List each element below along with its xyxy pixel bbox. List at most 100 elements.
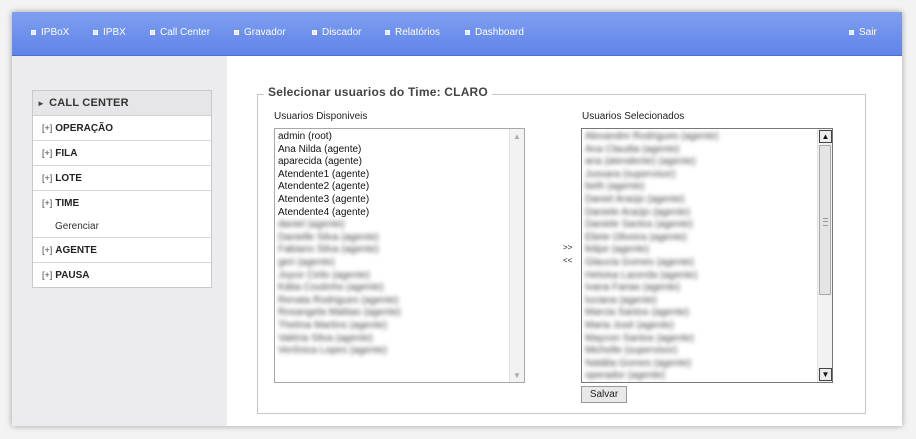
- list-option[interactable]: Michelle (supervisor): [585, 345, 718, 358]
- remove-selected-button[interactable]: <<: [563, 256, 572, 265]
- list-option[interactable]: Valéria Silva (agente): [278, 333, 401, 346]
- list-option[interactable]: Thelma Martins (agente): [278, 320, 401, 333]
- selected-options: Alexandre Rodrigues (agente) Ana Claudia …: [585, 131, 718, 382]
- save-button[interactable]: Salvar: [581, 386, 627, 403]
- list-option[interactable]: Renata Rodrigues (agente): [278, 295, 401, 308]
- list-option[interactable]: ana (atendente) (agente): [585, 156, 718, 169]
- list-option[interactable]: operador (agente): [585, 370, 718, 382]
- bullet-icon: [312, 30, 317, 35]
- list-option[interactable]: Alexandre Rodrigues (agente): [585, 131, 718, 144]
- expand-icon: [+]: [42, 173, 53, 183]
- triangle-right-icon: ►: [37, 98, 46, 108]
- scroll-thumb[interactable]: [819, 145, 831, 295]
- list-option[interactable]: Fabiano Silva (agente): [278, 244, 401, 257]
- scroll-down-icon[interactable]: ▼: [819, 368, 832, 381]
- bullet-icon: [31, 30, 36, 35]
- list-option[interactable]: geri (agente): [278, 257, 401, 270]
- sidebar-item-fila[interactable]: [+] FILA: [33, 141, 211, 166]
- scroll-down-icon[interactable]: ▼: [510, 368, 524, 382]
- nav-label: Dashboard: [475, 27, 524, 38]
- list-option[interactable]: Natália Gomes (agente): [585, 358, 718, 371]
- bullet-icon: [849, 30, 854, 35]
- list-option[interactable]: admin (root): [278, 131, 401, 144]
- bullet-icon: [93, 30, 98, 35]
- list-option[interactable]: Daniele Araújo (agente): [585, 207, 718, 220]
- list-option[interactable]: Ana Claudia (agente): [585, 144, 718, 157]
- nav-label: Relatórios: [395, 27, 441, 38]
- sidebar-item-lote[interactable]: [+] LOTE: [33, 166, 211, 191]
- sidebar-item-time[interactable]: [+] TIME: [33, 191, 211, 215]
- list-option[interactable]: Daniele Santos (agente): [585, 219, 718, 232]
- nav-label: IPBX: [103, 27, 126, 38]
- app-window: IPBoX IPBX Call Center Gravador Discador…: [12, 12, 902, 426]
- nav-label: IPBoX: [41, 27, 70, 38]
- nav-item-gravador[interactable]: Gravador: [234, 27, 286, 38]
- logout-link[interactable]: Sair: [849, 27, 877, 38]
- list-option[interactable]: Glaucia Gomes (agente): [585, 257, 718, 270]
- scroll-up-icon[interactable]: ▲: [510, 129, 524, 143]
- grip-icon: [823, 218, 828, 226]
- left-pane: ► CALL CENTER [+] OPERAÇÃO [+] FILA [+] LOTE…: [12, 56, 227, 426]
- list-option[interactable]: aparecida (agente): [278, 156, 401, 169]
- list-option[interactable]: Marcia Santos (agente): [585, 307, 718, 320]
- expand-icon: [+]: [42, 198, 53, 208]
- sidebar-item-operacao[interactable]: [+] OPERAÇÃO: [33, 116, 211, 141]
- scrollbar[interactable]: ▲ ▼: [509, 129, 524, 382]
- list-option[interactable]: Heloisa Lacerda (agente): [585, 270, 718, 283]
- list-option[interactable]: Jussara (supervisor): [585, 169, 718, 182]
- sidebar-item-label: AGENTE: [55, 244, 97, 256]
- expand-icon: [+]: [42, 148, 53, 158]
- selected-users-list[interactable]: Alexandre Rodrigues (agente) Ana Claudia …: [581, 128, 833, 383]
- bullet-icon: [465, 30, 470, 35]
- list-option[interactable]: felipe (agente): [585, 244, 718, 257]
- list-option[interactable]: Verônica Lopes (agente): [278, 345, 401, 358]
- menu-header[interactable]: ► CALL CENTER: [33, 91, 211, 116]
- available-users-label: Usuarios Disponiveis: [274, 111, 368, 122]
- menu-header-label: CALL CENTER: [49, 97, 129, 109]
- bullet-icon: [385, 30, 390, 35]
- list-option[interactable]: Atendente2 (agente): [278, 181, 401, 194]
- bullet-icon: [150, 30, 155, 35]
- sidebar-item-label: PAUSA: [55, 269, 90, 281]
- expand-icon: [+]: [42, 123, 53, 133]
- sidebar-item-label: FILA: [55, 147, 78, 159]
- list-option[interactable]: Atendente1 (agente): [278, 169, 401, 182]
- list-option[interactable]: Joyce Cirilo (agente): [278, 270, 401, 283]
- list-option[interactable]: luciana (agente): [585, 295, 718, 308]
- list-option[interactable]: Maria José (agente): [585, 320, 718, 333]
- nav-item-call-center[interactable]: Call Center: [150, 27, 210, 38]
- sidebar-item-label: LOTE: [55, 172, 82, 184]
- sidebar-item-agente[interactable]: [+] AGENTE: [33, 238, 211, 263]
- nav-item-relatorios[interactable]: Relatórios: [385, 27, 440, 38]
- nav-label: Gravador: [244, 27, 286, 38]
- sidebar-subitem-gerenciar[interactable]: Gerenciar: [33, 215, 211, 238]
- logout-label: Sair: [859, 27, 877, 38]
- sidebar-item-label: OPERAÇÃO: [55, 122, 114, 134]
- list-option[interactable]: Ivana Farias (agente): [585, 282, 718, 295]
- scrollbar[interactable]: ▲ ▼: [817, 129, 832, 382]
- sidebar-menu: ► CALL CENTER [+] OPERAÇÃO [+] FILA [+] LOTE…: [32, 90, 212, 288]
- list-option[interactable]: Eliete Oliveira (agente): [585, 232, 718, 245]
- list-option[interactable]: Danielle Silva (agente): [278, 232, 401, 245]
- nav-item-dashboard[interactable]: Dashboard: [465, 27, 524, 38]
- list-option[interactable]: Maycon Santos (agente): [585, 333, 718, 346]
- list-option[interactable]: daniel (agente): [278, 219, 401, 232]
- list-option[interactable]: Atendente3 (agente): [278, 194, 401, 207]
- list-option[interactable]: Rosangela Mattias (agente): [278, 307, 401, 320]
- list-option[interactable]: Ana Nilda (agente): [278, 144, 401, 157]
- bullet-icon: [234, 30, 239, 35]
- list-option[interactable]: Kátia Coutinho (agente): [278, 282, 401, 295]
- available-users-list[interactable]: admin (root) Ana Nilda (agente) aparecida …: [274, 128, 525, 383]
- sidebar-item-label: TIME: [55, 197, 80, 209]
- list-option[interactable]: Atendente4 (agente): [278, 207, 401, 220]
- sidebar-item-pausa[interactable]: [+] PAUSA: [33, 263, 211, 287]
- top-navigation: IPBoX IPBX Call Center Gravador Discador…: [12, 12, 902, 56]
- scroll-up-icon[interactable]: ▲: [819, 130, 832, 143]
- nav-item-ipbox[interactable]: IPBoX: [31, 27, 69, 38]
- list-option[interactable]: beth (agente): [585, 181, 718, 194]
- nav-item-discador[interactable]: Discador: [312, 27, 361, 38]
- add-selected-button[interactable]: >>: [563, 243, 572, 252]
- expand-icon: [+]: [42, 270, 53, 280]
- list-option[interactable]: Daniel Araújo (agente): [585, 194, 718, 207]
- nav-item-ipbx[interactable]: IPBX: [93, 27, 126, 38]
